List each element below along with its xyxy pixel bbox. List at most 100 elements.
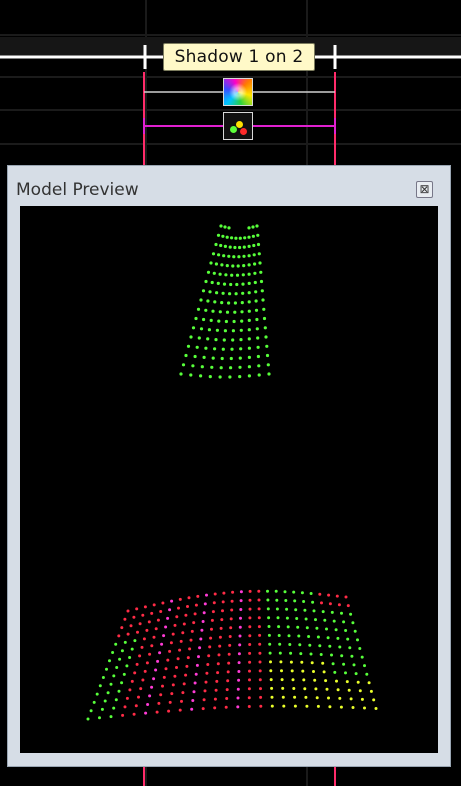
model-node — [356, 638, 359, 642]
model-node — [213, 347, 217, 351]
model-node — [222, 338, 226, 342]
model-node — [109, 715, 113, 719]
model-node — [248, 651, 252, 655]
model-node — [238, 236, 242, 240]
model-node — [264, 335, 268, 339]
model-node — [302, 600, 306, 603]
model-node — [321, 610, 325, 614]
model-node — [281, 686, 285, 690]
model-preview-canvas[interactable] — [20, 206, 438, 753]
model-node — [236, 687, 240, 691]
model-node — [196, 594, 200, 598]
model-node — [348, 646, 352, 650]
model-node — [209, 636, 213, 640]
model-node — [323, 618, 327, 622]
model-node — [257, 598, 261, 602]
model-node — [181, 363, 186, 367]
model-node — [256, 233, 260, 237]
model-node — [262, 307, 266, 311]
model-node — [111, 651, 115, 654]
model-node — [270, 704, 274, 708]
model-node — [206, 299, 210, 303]
colored-dots-effect-icon[interactable] — [223, 112, 253, 140]
model-node — [167, 709, 171, 713]
model-node — [179, 639, 183, 643]
model-node — [293, 599, 297, 603]
model-node — [230, 236, 234, 240]
model-node — [203, 689, 207, 693]
model-node — [175, 666, 178, 669]
close-icon[interactable]: ⊠ — [416, 181, 433, 198]
model-node — [298, 643, 302, 647]
model-node — [123, 617, 127, 621]
model-node — [204, 279, 208, 284]
model-node — [248, 616, 252, 620]
model-node — [305, 704, 309, 708]
model-node — [206, 663, 210, 666]
model-node — [208, 375, 212, 379]
model-node — [241, 282, 245, 286]
model-node — [225, 310, 230, 314]
model-node — [312, 670, 315, 673]
model-node — [258, 669, 262, 673]
model-node — [276, 616, 280, 620]
model-node — [208, 645, 212, 649]
model-node — [169, 641, 173, 645]
model-node — [232, 319, 236, 324]
model-node — [247, 244, 251, 248]
model-node — [220, 618, 224, 622]
model-node — [342, 620, 346, 624]
model-node — [226, 670, 230, 674]
model-node — [202, 698, 206, 702]
model-node — [214, 338, 218, 342]
model-node — [335, 594, 339, 598]
model-node — [161, 601, 165, 605]
model-node — [221, 234, 225, 238]
model-node — [253, 262, 257, 266]
model-node — [222, 282, 227, 286]
model-node — [247, 300, 251, 304]
model-node — [192, 621, 196, 625]
model-node — [294, 608, 298, 612]
model-node — [224, 319, 228, 324]
model-node — [175, 615, 179, 619]
shadow-effect-icon[interactable] — [223, 78, 253, 106]
model-node — [227, 226, 231, 230]
model-node — [247, 263, 251, 267]
model-node — [299, 652, 303, 656]
model-node — [171, 632, 175, 636]
model-node — [199, 637, 203, 641]
model-node — [240, 301, 244, 305]
model-node — [327, 593, 331, 597]
model-node — [212, 601, 216, 605]
model-node — [296, 625, 300, 629]
model-node — [239, 338, 243, 342]
model-node — [225, 688, 229, 692]
model-node — [150, 685, 154, 689]
red-dot — [240, 128, 247, 135]
model-node — [195, 345, 199, 349]
model-node — [256, 345, 260, 349]
model-node — [218, 310, 222, 314]
model-node — [320, 601, 323, 605]
model-node — [269, 660, 272, 664]
model-node — [133, 639, 137, 643]
model-node — [134, 704, 138, 708]
model-node — [227, 254, 231, 258]
model-node — [194, 316, 198, 321]
model-node — [283, 590, 287, 594]
model-node — [251, 225, 255, 229]
model-node — [309, 592, 313, 595]
model-node — [315, 696, 319, 700]
model-node — [130, 647, 134, 651]
model-node — [333, 670, 337, 674]
model-node — [210, 280, 214, 285]
model-node — [338, 645, 342, 649]
model-node — [304, 617, 308, 621]
model-node — [191, 364, 195, 368]
model-node — [197, 655, 200, 659]
model-node — [262, 316, 267, 321]
model-node — [328, 644, 332, 648]
model-node — [257, 625, 261, 629]
model-node — [247, 272, 251, 276]
